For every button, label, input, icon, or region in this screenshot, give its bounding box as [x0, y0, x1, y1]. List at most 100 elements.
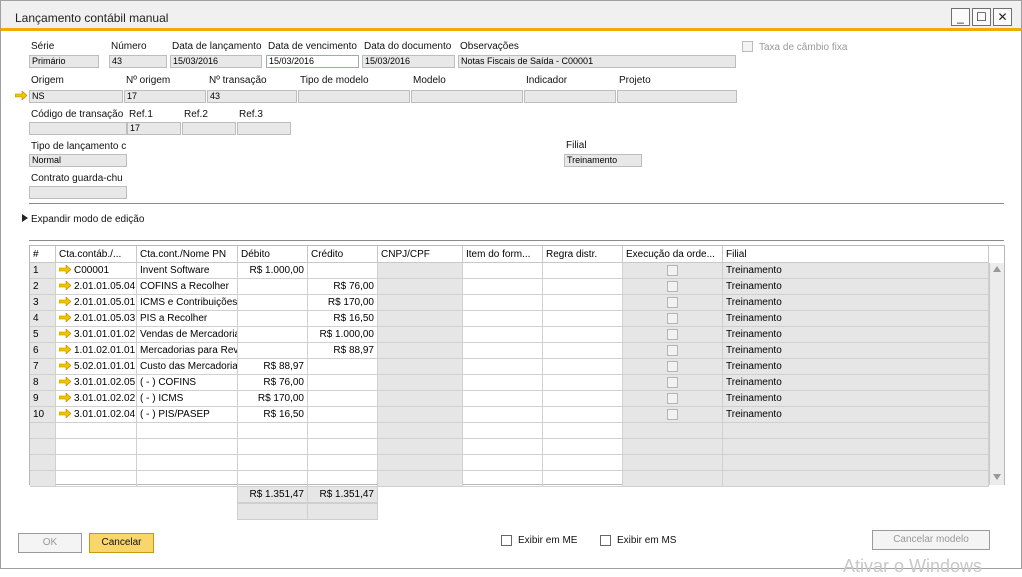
- grid-cell[interactable]: [543, 375, 623, 391]
- grid-cell[interactable]: PIS a Recolher: [137, 311, 238, 327]
- grid-cell[interactable]: [56, 455, 137, 471]
- document-date-field[interactable]: 15/03/2016: [362, 55, 455, 68]
- column-header-order-execution[interactable]: Execução da orde...: [623, 246, 723, 263]
- grid-cell[interactable]: 2.01.01.05.04: [56, 279, 137, 295]
- grid-cell[interactable]: [723, 455, 989, 471]
- column-header-branch[interactable]: Filial: [723, 246, 989, 263]
- grid-cell[interactable]: Treinamento: [723, 279, 989, 295]
- grid-cell[interactable]: ICMS e Contribuições: [137, 295, 238, 311]
- ref2-field[interactable]: [182, 122, 236, 135]
- order-execution-checkbox[interactable]: [667, 265, 678, 276]
- entry-type-field[interactable]: Normal: [29, 154, 127, 167]
- link-arrow-icon[interactable]: [58, 376, 72, 387]
- grid-cell[interactable]: 2: [30, 279, 56, 295]
- grid-cell[interactable]: [137, 439, 238, 455]
- origin-number-field[interactable]: 17: [124, 90, 206, 103]
- grid-cell[interactable]: Mercadorias para Reve: [137, 343, 238, 359]
- grid-cell[interactable]: [623, 455, 723, 471]
- grid-cell[interactable]: [623, 375, 723, 391]
- grid-cell[interactable]: R$ 88,97: [308, 343, 378, 359]
- template-field[interactable]: [411, 90, 523, 103]
- grid-cell[interactable]: Treinamento: [723, 311, 989, 327]
- grid-cell[interactable]: R$ 1.000,00: [308, 327, 378, 343]
- grid-cell[interactable]: [238, 279, 308, 295]
- grid-cell[interactable]: [56, 471, 137, 487]
- grid-cell[interactable]: [543, 327, 623, 343]
- grid-cell[interactable]: [463, 263, 543, 279]
- grid-cell[interactable]: [543, 423, 623, 439]
- grid-cell[interactable]: ( - ) COFINS: [137, 375, 238, 391]
- grid-cell[interactable]: [463, 471, 543, 487]
- grid-cell[interactable]: ( - ) PIS/PASEP: [137, 407, 238, 423]
- link-arrow-icon[interactable]: [58, 328, 72, 339]
- grid-cell[interactable]: Treinamento: [723, 375, 989, 391]
- minimize-button[interactable]: _: [951, 8, 970, 26]
- grid-cell[interactable]: 3.01.01.01.02: [56, 327, 137, 343]
- ref1-field[interactable]: 17: [127, 122, 181, 135]
- grid-cell[interactable]: [378, 455, 463, 471]
- column-header-debit[interactable]: Débito: [238, 246, 308, 263]
- grid-cell[interactable]: [308, 439, 378, 455]
- show-me-checkbox[interactable]: [501, 535, 512, 546]
- grid-cell[interactable]: [463, 295, 543, 311]
- expand-triangle-icon[interactable]: [22, 214, 28, 222]
- grid-cell[interactable]: [378, 311, 463, 327]
- grid-cell[interactable]: Treinamento: [723, 263, 989, 279]
- grid-cell[interactable]: Treinamento: [723, 295, 989, 311]
- order-execution-checkbox[interactable]: [667, 377, 678, 388]
- link-arrow-icon[interactable]: [58, 312, 72, 323]
- grid-cell[interactable]: [378, 375, 463, 391]
- grid-cell[interactable]: [378, 327, 463, 343]
- scroll-up-icon[interactable]: [993, 266, 1001, 272]
- grid-cell[interactable]: [623, 295, 723, 311]
- grid-cell[interactable]: Invent Software: [137, 263, 238, 279]
- grid-cell[interactable]: [308, 375, 378, 391]
- grid-cell[interactable]: [543, 295, 623, 311]
- grid-cell[interactable]: [623, 391, 723, 407]
- grid-cell[interactable]: R$ 1.000,00: [238, 263, 308, 279]
- expand-edit-mode-link[interactable]: Expandir modo de edição: [31, 214, 144, 225]
- grid-cell[interactable]: [543, 359, 623, 375]
- grid-cell[interactable]: [378, 439, 463, 455]
- ref3-field[interactable]: [237, 122, 291, 135]
- scroll-down-icon[interactable]: [993, 474, 1001, 480]
- grid-cell[interactable]: [463, 327, 543, 343]
- grid-cell[interactable]: [543, 455, 623, 471]
- grid-cell[interactable]: [463, 343, 543, 359]
- contract-field[interactable]: [29, 186, 127, 199]
- grid-cell[interactable]: Treinamento: [723, 327, 989, 343]
- grid-cell[interactable]: Treinamento: [723, 343, 989, 359]
- grid-cell[interactable]: 6: [30, 343, 56, 359]
- grid-cell[interactable]: [137, 471, 238, 487]
- grid-cell[interactable]: R$ 76,00: [238, 375, 308, 391]
- grid-cell[interactable]: ( - ) ICMS: [137, 391, 238, 407]
- link-arrow-icon[interactable]: [58, 264, 72, 275]
- grid-cell[interactable]: [543, 407, 623, 423]
- grid-cell[interactable]: 3: [30, 295, 56, 311]
- grid-cell[interactable]: [238, 439, 308, 455]
- grid-cell[interactable]: Treinamento: [723, 407, 989, 423]
- grid-cell[interactable]: [30, 471, 56, 487]
- link-arrow-icon[interactable]: [58, 392, 72, 403]
- grid-cell[interactable]: [308, 407, 378, 423]
- grid-cell[interactable]: [238, 471, 308, 487]
- grid-cell[interactable]: 3.01.01.02.02: [56, 391, 137, 407]
- grid-cell[interactable]: [238, 327, 308, 343]
- grid-cell[interactable]: [463, 359, 543, 375]
- grid-cell[interactable]: [623, 263, 723, 279]
- order-execution-checkbox[interactable]: [667, 281, 678, 292]
- grid-cell[interactable]: [378, 343, 463, 359]
- order-execution-checkbox[interactable]: [667, 361, 678, 372]
- serie-field[interactable]: Primário: [29, 55, 99, 68]
- grid-cell[interactable]: 10: [30, 407, 56, 423]
- grid-cell[interactable]: [30, 439, 56, 455]
- grid-cell[interactable]: [723, 423, 989, 439]
- order-execution-checkbox[interactable]: [667, 297, 678, 308]
- grid-cell[interactable]: [378, 295, 463, 311]
- numero-field[interactable]: 43: [109, 55, 167, 68]
- grid-cell[interactable]: [623, 439, 723, 455]
- posting-date-field[interactable]: 15/03/2016: [170, 55, 262, 68]
- grid-cell[interactable]: [543, 343, 623, 359]
- maximize-button[interactable]: ☐: [972, 8, 991, 26]
- grid-cell[interactable]: [238, 343, 308, 359]
